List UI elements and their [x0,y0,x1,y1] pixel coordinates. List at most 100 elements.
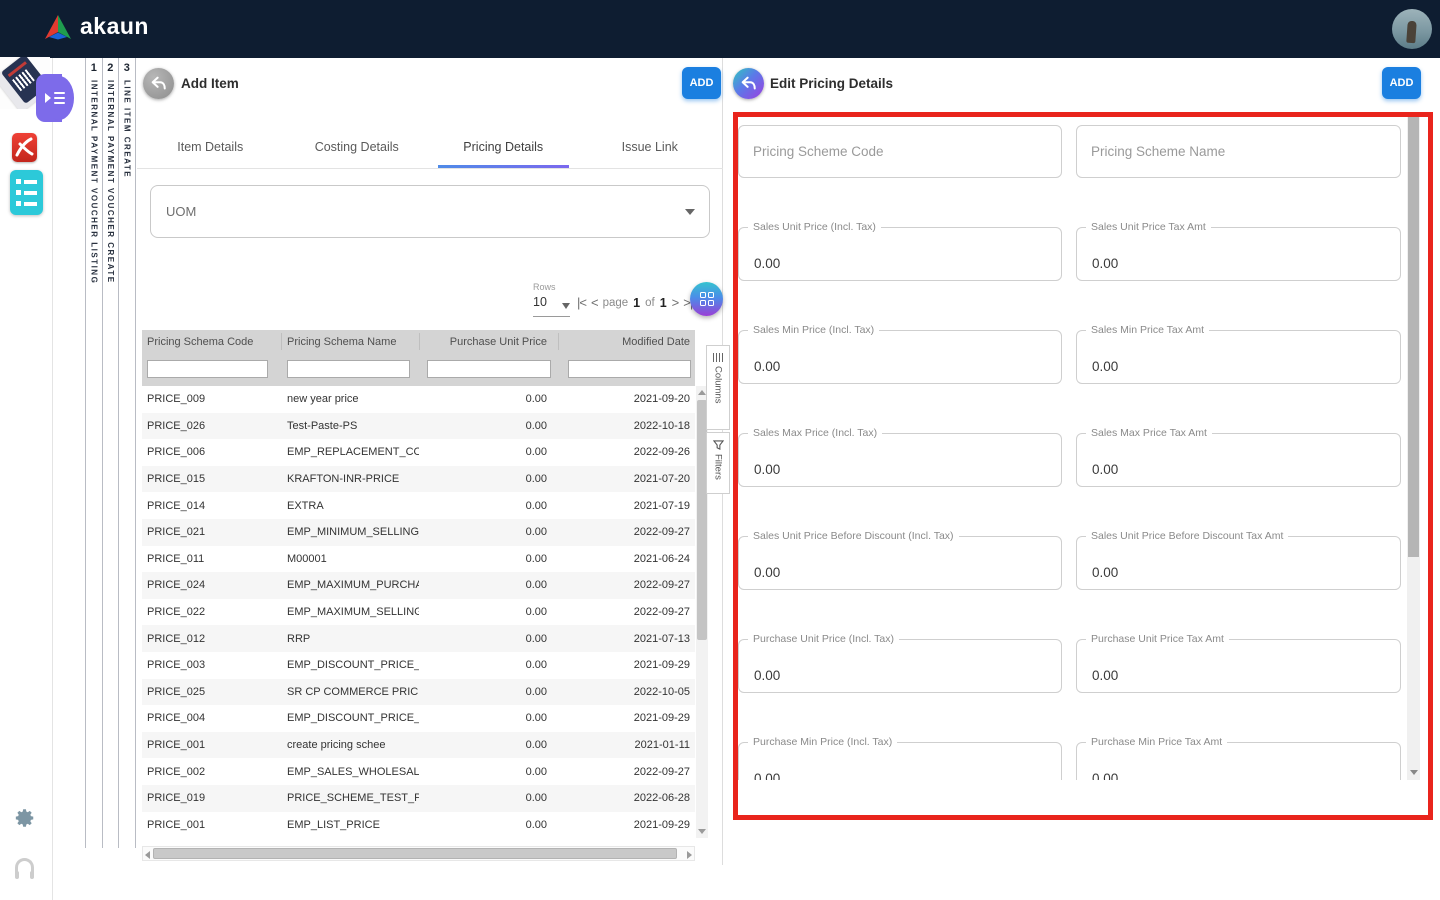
table-body: PRICE_009 new year price 0.00 2021-09-20… [142,386,695,838]
form-field[interactable]: Purchase Unit Price (Incl. Tax) 0.00 [738,639,1062,693]
cell-name: EMP_MAXIMUM_PURCHASE_P... [282,579,419,591]
table-row[interactable]: PRICE_022 EMP_MAXIMUM_SELLING_PRICE 0.00… [142,599,695,626]
scroll-right-arrow[interactable] [687,851,692,859]
columns-side-tab[interactable]: Columns [706,345,730,430]
grid-view-button[interactable] [690,282,723,316]
filter-input-price[interactable] [427,360,551,378]
table-horizontal-scrollbar[interactable] [142,846,695,861]
document-tab[interactable]: 1 INTERNAL PAYMENT VOUCHER LISTING [85,58,102,848]
cell-price: 0.00 [419,606,552,618]
rows-per-page-select[interactable]: 10 [533,295,570,317]
table-row[interactable]: PRICE_001 EMP_LIST_PRICE 0.00 2021-09-29 [142,812,695,839]
form-field[interactable]: Sales Unit Price Before Discount (Incl. … [738,536,1062,590]
of-word: of [645,297,655,309]
table-row[interactable]: PRICE_006 EMP_REPLACEMENT_COST 0.00 2022… [142,439,695,466]
detail-tab-label: Pricing Details [463,140,543,154]
detail-tab[interactable]: Item Details [137,125,284,168]
filters-side-tab[interactable]: Filters [706,432,730,494]
form-field-label: Sales Min Price Tax Amt [1086,324,1209,336]
app-root: akaun 1 INTERNAL PAYM [0,0,1440,900]
list-app-icon[interactable] [10,170,43,215]
first-page-button[interactable]: |< [577,295,586,310]
settings-gear-icon[interactable] [14,807,36,829]
document-tab-label: INTERNAL PAYMENT VOUCHER CREATE [106,80,115,284]
detail-tab[interactable]: Costing Details [284,125,431,168]
form-field[interactable]: Sales Min Price Tax Amt 0.00 [1076,330,1401,384]
cell-price: 0.00 [419,420,552,432]
table-row[interactable]: PRICE_026 Test-Paste-PS 0.00 2022-10-18 [142,413,695,440]
table-row[interactable]: PRICE_012 RRP 0.00 2021-07-13 [142,625,695,652]
cell-name: EMP_MINIMUM_SELLING_PRICE [282,526,419,538]
current-page-number: 1 [633,296,640,310]
table-row[interactable]: PRICE_019 PRICE_SCHEME_TEST_PROCESS... 0… [142,785,695,812]
form-field[interactable]: Sales Max Price (Incl. Tax) 0.00 [738,433,1062,487]
form-field[interactable]: Sales Max Price Tax Amt 0.00 [1076,433,1401,487]
next-page-button[interactable]: > [672,295,679,310]
back-button[interactable] [143,68,174,99]
form-field-label: Purchase Unit Price (Incl. Tax) [748,633,899,645]
pdf-app-icon[interactable] [12,133,37,162]
table-row[interactable]: PRICE_014 EXTRA 0.00 2021-07-19 [142,492,695,519]
uom-select[interactable]: UOM [150,185,710,238]
form-field-value: 0.00 [1092,565,1118,580]
detail-tab[interactable]: Issue Link [577,125,724,168]
column-header[interactable]: Purchase Unit Price [419,336,552,348]
table-row[interactable]: PRICE_003 EMP_DISCOUNT_PRICE_1 0.00 2021… [142,652,695,679]
column-header[interactable]: Modified Date [552,336,695,348]
table-row[interactable]: PRICE_001 create pricing schee 0.00 2021… [142,732,695,759]
cell-date: 2021-09-20 [552,393,695,405]
cell-code: PRICE_022 [142,606,282,618]
form-field[interactable]: Sales Min Price (Incl. Tax) 0.00 [738,330,1062,384]
prev-page-button[interactable]: < [591,295,598,310]
scroll-down-arrow[interactable] [698,829,706,834]
playlist-badge-icon[interactable] [36,74,70,122]
cell-date: 2022-09-27 [552,606,695,618]
cell-name: create pricing schee [282,739,419,751]
scroll-up-arrow[interactable] [698,390,706,395]
form-field[interactable]: Pricing Scheme Name [1076,125,1401,178]
table-row[interactable]: PRICE_011 M00001 0.00 2021-06-24 [142,546,695,573]
list-line [16,190,37,195]
column-header[interactable]: Pricing Schema Code [142,336,282,348]
table-row[interactable]: PRICE_004 EMP_DISCOUNT_PRICE_2 0.00 2021… [142,705,695,732]
table-row[interactable]: PRICE_002 EMP_SALES_WHOLESALE_DEAL... 0.… [142,758,695,785]
add-button[interactable]: ADD [682,67,721,99]
form-scrollbar[interactable] [1407,117,1420,780]
form-field-value: 0.00 [754,771,780,780]
filters-label: Filters [713,454,724,480]
cell-price: 0.00 [419,792,552,804]
cell-price: 0.00 [419,473,552,485]
detail-tab[interactable]: Pricing Details [430,125,577,168]
form-field[interactable]: Purchase Unit Price Tax Amt 0.00 [1076,639,1401,693]
form-field[interactable]: Sales Unit Price Before Discount Tax Amt… [1076,536,1401,590]
scroll-left-arrow[interactable] [145,851,150,859]
cell-date: 2022-09-27 [552,526,695,538]
form-field[interactable]: Pricing Scheme Code [738,125,1062,178]
filter-input-name[interactable] [287,360,410,378]
form-scroll-thumb[interactable] [1408,117,1419,557]
form-field[interactable]: Purchase Min Price Tax Amt 0.00 [1076,742,1401,780]
table-row[interactable]: PRICE_009 new year price 0.00 2021-09-20 [142,386,695,413]
document-tab[interactable]: 2 INTERNAL PAYMENT VOUCHER CREATE [102,58,119,848]
cell-code: PRICE_006 [142,446,282,458]
detail-tab-label: Issue Link [622,140,678,154]
scroll-down-arrow[interactable] [1410,770,1418,775]
filter-input-code[interactable] [147,360,268,378]
chevron-down-icon [562,303,570,309]
document-tab[interactable]: 3 LINE ITEM CREATE [118,58,135,848]
form-field[interactable]: Sales Unit Price (Incl. Tax) 0.00 [738,227,1062,281]
table-row[interactable]: PRICE_025 SR CP COMMERCE PRICING SC... 0… [142,679,695,706]
support-headset-icon[interactable] [15,858,34,875]
add-button[interactable]: ADD [1382,67,1421,99]
form-field[interactable]: Purchase Min Price (Incl. Tax) 0.00 [738,742,1062,780]
filter-input-date[interactable] [568,360,691,378]
column-header[interactable]: Pricing Schema Name [282,336,419,348]
horizontal-scroll-thumb[interactable] [153,848,677,859]
table-row[interactable]: PRICE_021 EMP_MINIMUM_SELLING_PRICE 0.00… [142,519,695,546]
cell-code: PRICE_001 [142,819,282,831]
user-avatar[interactable] [1392,9,1432,49]
form-field[interactable]: Sales Unit Price Tax Amt 0.00 [1076,227,1401,281]
table-row[interactable]: PRICE_015 KRAFTON-INR-PRICE 0.00 2021-07… [142,466,695,493]
table-row[interactable]: PRICE_024 EMP_MAXIMUM_PURCHASE_P... 0.00… [142,572,695,599]
back-button[interactable] [733,68,764,99]
